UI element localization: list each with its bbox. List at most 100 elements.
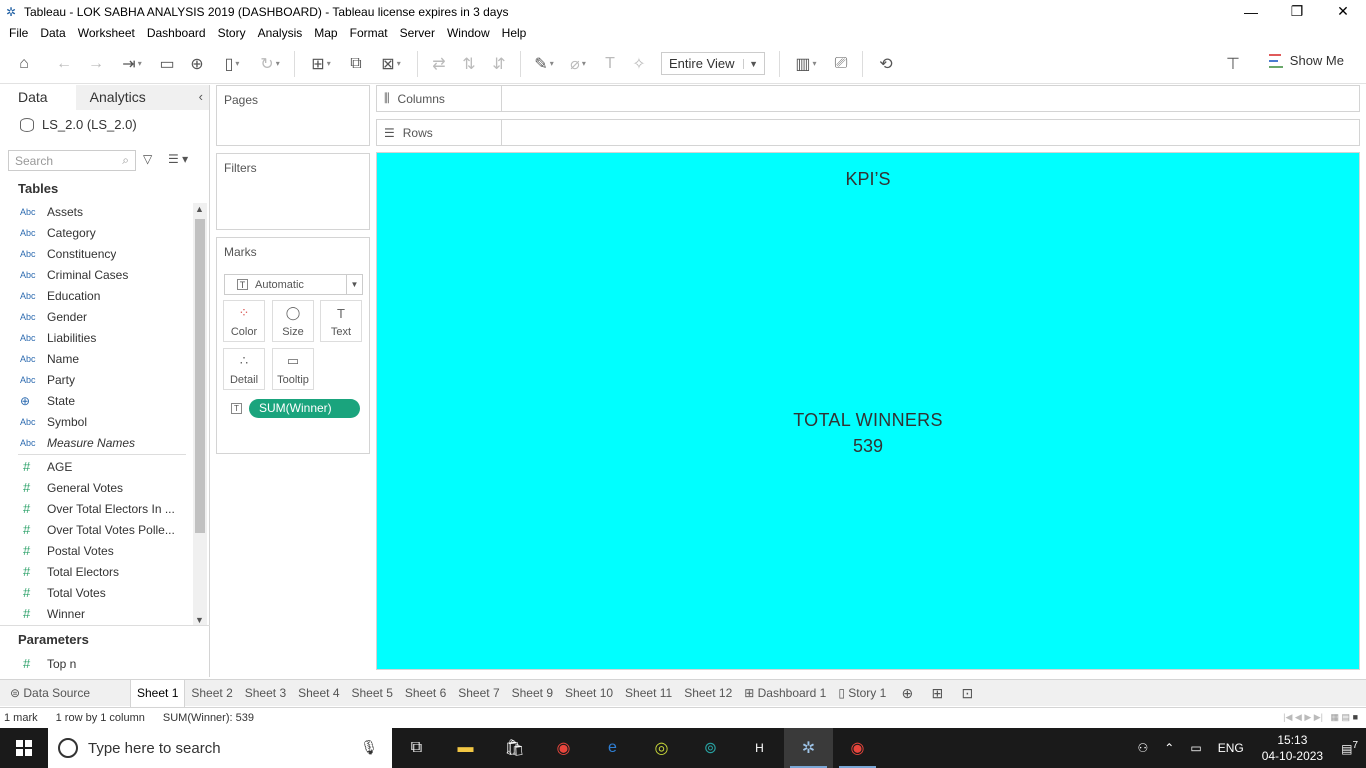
field-constituency[interactable]: Abc Constituency: [0, 243, 192, 264]
next-sheet-icon[interactable]: ▶: [1304, 712, 1313, 723]
view-mode-select[interactable]: Entire View ▼: [661, 52, 765, 75]
menu-data[interactable]: Data: [34, 23, 71, 43]
worksheet-title[interactable]: KPI’S: [377, 169, 1359, 190]
tab-sheet-12[interactable]: Sheet 12: [678, 680, 738, 707]
field-total-votes[interactable]: # Total Votes: [0, 582, 192, 603]
home-icon[interactable]: ⌂: [0, 49, 48, 79]
columns-shelf[interactable]: ⫼ Columns: [376, 85, 1360, 112]
tableau-taskbar-icon[interactable]: ✲: [784, 728, 833, 768]
tab-sheet-9[interactable]: Sheet 9: [506, 680, 559, 707]
show-sheet-sorter-icon[interactable]: ▤: [1342, 712, 1353, 723]
app-ring-icon[interactable]: ◎: [637, 728, 686, 768]
field-over-total-votes-polled[interactable]: # Over Total Votes Polle...: [0, 519, 192, 540]
chrome-icon[interactable]: ◉: [539, 728, 588, 768]
view-options-icon[interactable]: ☰ ▾: [168, 152, 188, 166]
replay-icon[interactable]: ⇥ ▾: [112, 49, 152, 79]
tab-sheet-10[interactable]: Sheet 10: [559, 680, 619, 707]
field-list-scrollbar[interactable]: ▲ ▼: [193, 203, 207, 626]
field-winner[interactable]: # Winner: [0, 603, 192, 624]
menu-worksheet[interactable]: Worksheet: [72, 23, 141, 43]
data-source-item[interactable]: LS_2.0 (LS_2.0): [20, 117, 137, 132]
field-gender[interactable]: Abc Gender: [0, 306, 192, 327]
collapse-pane-icon[interactable]: ‹: [199, 89, 203, 104]
new-worksheet-icon[interactable]: ⊞ ▾: [301, 49, 341, 79]
file-explorer-icon[interactable]: ▬: [441, 728, 490, 768]
tooltip-button[interactable]: ▭ Tooltip: [272, 348, 314, 390]
scrollbar-thumb[interactable]: [195, 219, 205, 533]
group-members-icon[interactable]: ⌀ ▾: [561, 49, 595, 79]
field-party[interactable]: Abc Party: [0, 369, 192, 390]
people-icon[interactable]: ⚇: [1138, 741, 1149, 755]
task-view-icon[interactable]: ⧉: [392, 728, 441, 768]
text-button[interactable]: T Text: [320, 300, 362, 342]
field-state[interactable]: ⊕ State: [0, 390, 192, 411]
menu-dashboard[interactable]: Dashboard: [141, 23, 212, 43]
maximize-button[interactable]: ❐: [1274, 0, 1320, 23]
sum-winner-pill[interactable]: SUM(Winner): [249, 399, 360, 418]
field-assets[interactable]: Abc Assets: [0, 201, 192, 222]
start-button[interactable]: [0, 728, 48, 768]
tab-sheet-3[interactable]: Sheet 3: [239, 680, 292, 707]
field-symbol[interactable]: Abc Symbol: [0, 411, 192, 432]
menu-server[interactable]: Server: [394, 23, 441, 43]
tab-sheet-1[interactable]: Sheet 1: [130, 679, 186, 707]
notification-center-icon[interactable]: ▤7: [1341, 740, 1358, 756]
kpi-label[interactable]: TOTAL WINNERS: [377, 410, 1359, 431]
rows-shelf[interactable]: ☰ Rows: [376, 119, 1360, 146]
chrome-running-icon[interactable]: ◉: [833, 728, 882, 768]
last-sheet-icon[interactable]: ▶|: [1314, 712, 1331, 723]
field-education[interactable]: Abc Education: [0, 285, 192, 306]
tab-sheet-4[interactable]: Sheet 4: [292, 680, 345, 707]
field-over-total-electors[interactable]: # Over Total Electors In ...: [0, 498, 192, 519]
duplicate-sheet-icon[interactable]: ⧉: [341, 49, 371, 79]
menu-format[interactable]: Format: [344, 23, 394, 43]
scroll-down-icon[interactable]: ▼: [195, 615, 204, 625]
new-data-source-icon[interactable]: ⊕: [182, 49, 212, 79]
app-lock-icon[interactable]: ⊚: [686, 728, 735, 768]
field-parameter-top-n[interactable]: # Top n: [0, 653, 76, 674]
menu-story[interactable]: Story: [212, 23, 252, 43]
language-indicator[interactable]: ENG: [1218, 741, 1244, 755]
share-icon[interactable]: ⟲: [869, 49, 903, 79]
show-hidden-icons-icon[interactable]: ⌃: [1164, 741, 1174, 755]
app-h-icon[interactable]: H: [735, 728, 784, 768]
menu-analysis[interactable]: Analysis: [252, 23, 309, 43]
menu-file[interactable]: File: [3, 23, 34, 43]
search-input[interactable]: Search ⌕: [8, 150, 136, 171]
undo-icon[interactable]: ←: [48, 49, 80, 79]
store-icon[interactable]: 🛍: [490, 728, 539, 768]
scroll-up-icon[interactable]: ▲: [195, 204, 204, 214]
filters-card[interactable]: Filters: [216, 153, 370, 230]
field-name[interactable]: Abc Name: [0, 348, 192, 369]
tab-data-source[interactable]: ⊜ Data Source: [0, 680, 130, 707]
color-button[interactable]: ⁘ Color: [223, 300, 265, 342]
swap-rows-columns-icon[interactable]: ⇄: [424, 49, 454, 79]
show-cards-icon[interactable]: ▥ ▾: [786, 49, 826, 79]
field-criminal-cases[interactable]: Abc Criminal Cases: [0, 264, 192, 285]
field-category[interactable]: Abc Category: [0, 222, 192, 243]
tab-sheet-6[interactable]: Sheet 6: [399, 680, 452, 707]
tab-sheet-11[interactable]: Sheet 11: [619, 680, 678, 707]
size-button[interactable]: ◯ Size: [272, 300, 314, 342]
highlight-icon[interactable]: ✎ ▾: [527, 49, 561, 79]
minimize-button[interactable]: —: [1228, 0, 1274, 23]
first-sheet-icon[interactable]: |◀: [1283, 712, 1295, 723]
battery-icon[interactable]: ▭: [1190, 741, 1201, 755]
clock[interactable]: 15:13 04-10-2023: [1262, 732, 1323, 764]
menu-help[interactable]: Help: [496, 23, 533, 43]
detail-button[interactable]: ∴ Detail: [223, 348, 265, 390]
field-postal-votes[interactable]: # Postal Votes: [0, 540, 192, 561]
kpi-value[interactable]: 539: [377, 436, 1359, 457]
tab-dashboard-1[interactable]: ⊞ Dashboard 1: [738, 680, 832, 707]
taskbar-search-input[interactable]: Type here to search 🎙: [48, 728, 392, 768]
new-worksheet-tab-icon[interactable]: ⊕: [892, 685, 922, 702]
edge-icon[interactable]: e: [588, 728, 637, 768]
sort-ascending-icon[interactable]: ⇅: [454, 49, 484, 79]
tab-data[interactable]: Data: [0, 85, 76, 110]
microphone-icon[interactable]: 🎙: [360, 739, 378, 756]
tab-sheet-5[interactable]: Sheet 5: [346, 680, 399, 707]
clear-sheet-icon[interactable]: ⊠ ▾: [371, 49, 411, 79]
sort-descending-icon[interactable]: ⇵: [484, 49, 514, 79]
worksheet-canvas[interactable]: KPI’S TOTAL WINNERS 539: [376, 152, 1360, 670]
field-general-votes[interactable]: # General Votes: [0, 477, 192, 498]
